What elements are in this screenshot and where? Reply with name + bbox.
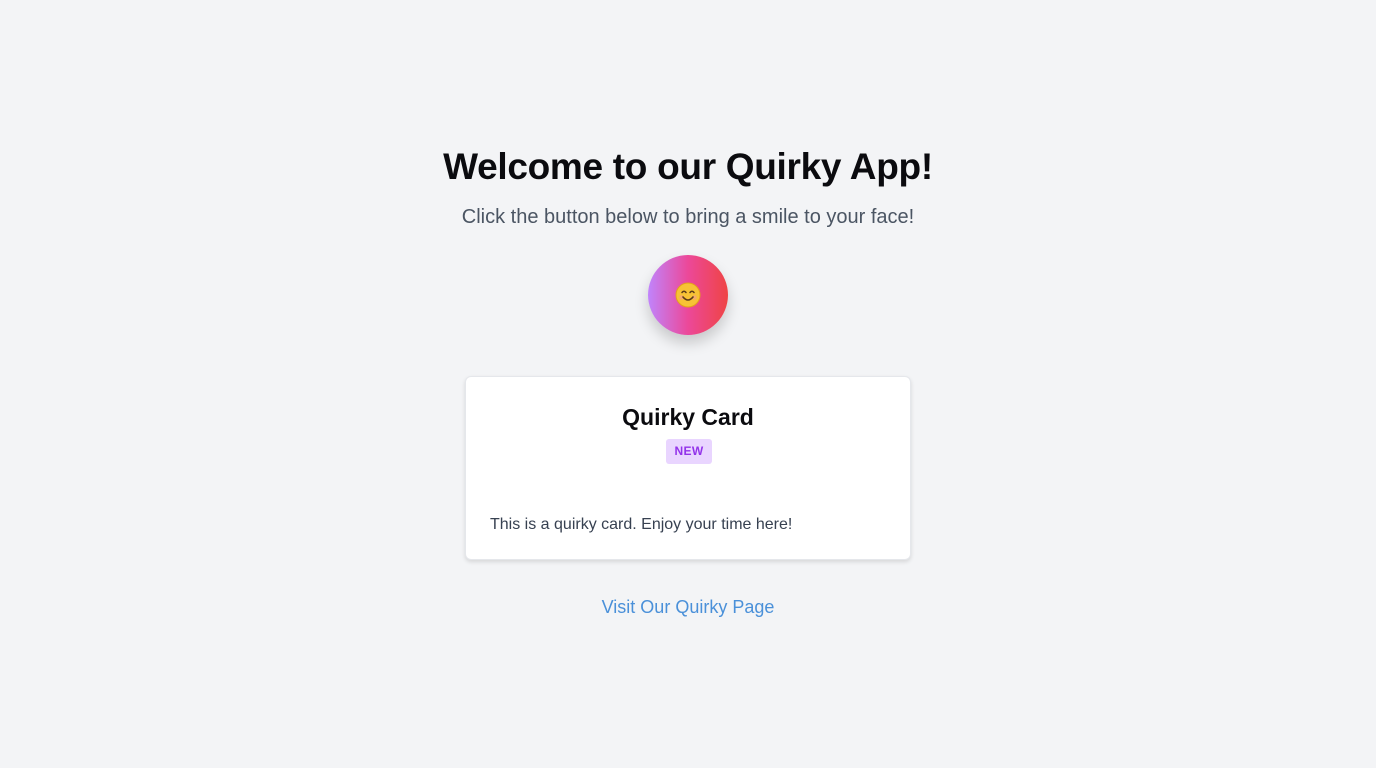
visit-quirky-page-link[interactable]: Visit Our Quirky Page (602, 597, 775, 617)
link-container: Visit Our Quirky Page (0, 595, 1376, 619)
card-title: Quirky Card (622, 404, 754, 430)
page-title: Welcome to our Quirky App! (443, 146, 933, 187)
smile-button[interactable] (648, 255, 728, 335)
quirky-card: Quirky Card NEW This is a quirky card. E… (465, 376, 911, 560)
smiling-face-icon (675, 282, 701, 308)
page-subtitle: Click the button below to bring a smile … (461, 206, 915, 228)
new-badge: NEW (666, 439, 712, 464)
card-body-text: This is a quirky card. Enjoy your time h… (490, 516, 793, 533)
page: Welcome to our Quirky App! Click the but… (0, 0, 1376, 768)
